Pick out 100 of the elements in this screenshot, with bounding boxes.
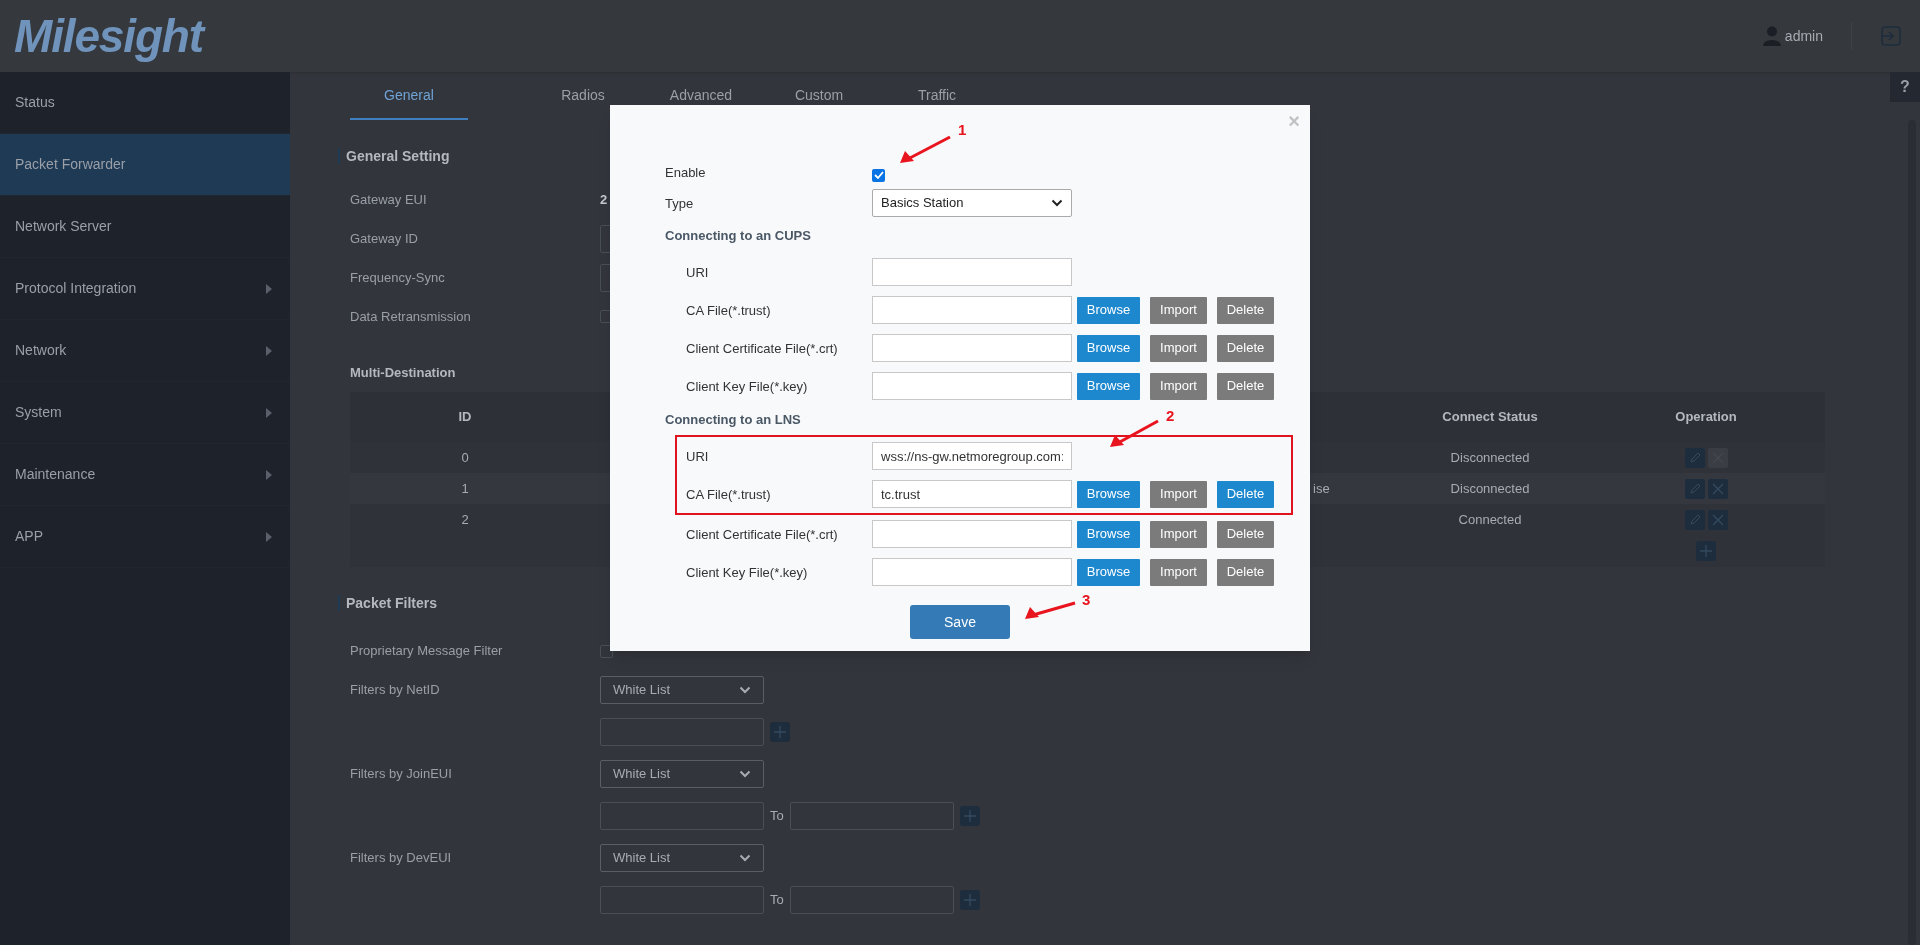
enable-checkbox[interactable] [872,168,885,182]
table-cell-text: ise [1313,479,1330,498]
field-label: Gateway ID [350,229,419,248]
file-action-button[interactable]: Browse [1077,334,1140,362]
plus-icon [962,893,977,907]
file-action-button[interactable]: Browse [1077,372,1140,400]
file-action-button[interactable]: Import [1150,334,1207,362]
edit-button[interactable] [1684,509,1705,530]
file-action-button[interactable]: Import [1150,480,1207,508]
caret-icon [264,406,274,419]
file-action-button[interactable]: Delete [1217,372,1274,400]
file-action-button[interactable]: Delete [1217,334,1274,362]
file-action-button[interactable]: Delete [1217,296,1274,324]
user-icon [1762,26,1781,46]
sidebar-item[interactable]: APP [0,506,290,568]
file-action-button[interactable]: Delete [1217,480,1274,508]
file-action-button[interactable]: Browse [1077,558,1140,586]
text-field[interactable]: wss://ns-gw.netmoregroup.com: [872,442,1072,470]
user-name[interactable]: admin [1784,25,1823,47]
field-label: Enable [665,165,706,180]
table-cell-text: Disconnected [1450,479,1530,498]
field-label: URI [686,449,709,464]
tab[interactable]: Radios [524,72,642,120]
field-label: Filters by DevEUI [350,849,453,868]
table-cell-text: 0 [461,448,469,467]
field-label: Filters by JoinEUI [350,765,453,784]
chevron-icon [739,854,751,862]
type-select[interactable]: Basics Station [872,189,1072,217]
sidebar-item[interactable]: Packet Forwarder [0,134,290,196]
step-number: 2 [1166,406,1175,426]
file-action-button[interactable]: Import [1150,372,1207,400]
chevron-icon [739,686,751,694]
pencil-icon [1688,513,1701,526]
pencil-icon [1688,451,1701,464]
table-cell-text: 1 [461,479,469,498]
file-action-button[interactable]: Import [1150,296,1207,324]
column-header: Connect Status [1442,408,1538,427]
text-field[interactable] [600,718,764,746]
subsection-heading: Multi-Destination [350,363,456,382]
save-button[interactable]: Save [910,605,1010,639]
chevron-icon [739,770,751,778]
field-label: Gateway EUI [350,190,428,209]
mode-select[interactable]: White List [600,844,764,872]
delete-button[interactable] [1707,478,1728,499]
logout-icon[interactable] [1880,25,1902,47]
file-action-button[interactable]: Browse [1077,296,1140,324]
file-action-button[interactable]: Browse [1077,480,1140,508]
text-field[interactable] [789,802,954,830]
text-field[interactable]: tc.trust [872,480,1072,508]
tab[interactable]: General [350,72,468,120]
file-action-button[interactable]: Browse [1077,520,1140,548]
caret-icon [264,282,274,295]
range-label: To [770,891,784,910]
field-label: Frequency-Sync [350,268,446,287]
delete-button[interactable] [1707,509,1728,530]
table-cell-text: Disconnected [1450,448,1530,467]
table-cell-text: Connected [1458,510,1522,529]
add-button[interactable] [959,806,980,826]
field-label: CA File(*.trust) [686,487,771,502]
edit-button[interactable] [1684,447,1705,468]
mode-select[interactable]: White List [600,760,764,788]
file-action-button[interactable]: Delete [1217,520,1274,548]
sidebar-item[interactable]: Maintenance [0,444,290,506]
sidebar-item[interactable]: Network [0,320,290,382]
file-action-button[interactable]: Import [1150,520,1207,548]
section-heading: Connecting to an CUPS [665,227,811,246]
edit-button[interactable] [1684,478,1705,499]
x-icon [1711,513,1724,526]
add-button[interactable] [959,890,980,910]
field-label: Filters by NetID [350,681,441,700]
field-label: Type [665,196,694,211]
column-header: Operation [1675,408,1737,427]
add-button[interactable] [1696,541,1716,561]
field-label: Client Key File(*.key) [686,565,808,580]
sidebar-item[interactable]: Network Server [0,196,290,258]
mode-select[interactable]: White List [600,676,764,704]
sidebar-item[interactable]: Protocol Integration [0,258,290,320]
text-field[interactable] [600,802,764,830]
caret-icon [264,468,274,481]
plus-icon [1699,544,1713,558]
step-number: 3 [1082,590,1091,610]
x-icon [1711,482,1724,495]
sidebar-item[interactable]: System [0,382,290,444]
caret-icon [264,530,274,543]
field-label: Data Retransmission [350,307,472,326]
text-field[interactable] [789,886,954,914]
field-label: CA File(*.trust) [686,303,771,318]
pencil-icon [1688,482,1701,495]
text-field[interactable] [600,886,764,914]
field-label: Proprietary Message Filter [350,642,504,661]
file-action-button[interactable]: Import [1150,558,1207,586]
field-value: 2 [600,190,608,209]
field-label: Client Certificate File(*.crt) [686,527,838,542]
range-label: To [770,807,784,826]
add-button[interactable] [770,722,790,742]
section-heading: Connecting to an LNS [665,411,801,430]
file-action-button[interactable]: Delete [1217,558,1274,586]
help-button[interactable]: ? [1890,72,1920,102]
section-heading: General Setting [346,146,450,166]
check-icon [873,171,884,179]
